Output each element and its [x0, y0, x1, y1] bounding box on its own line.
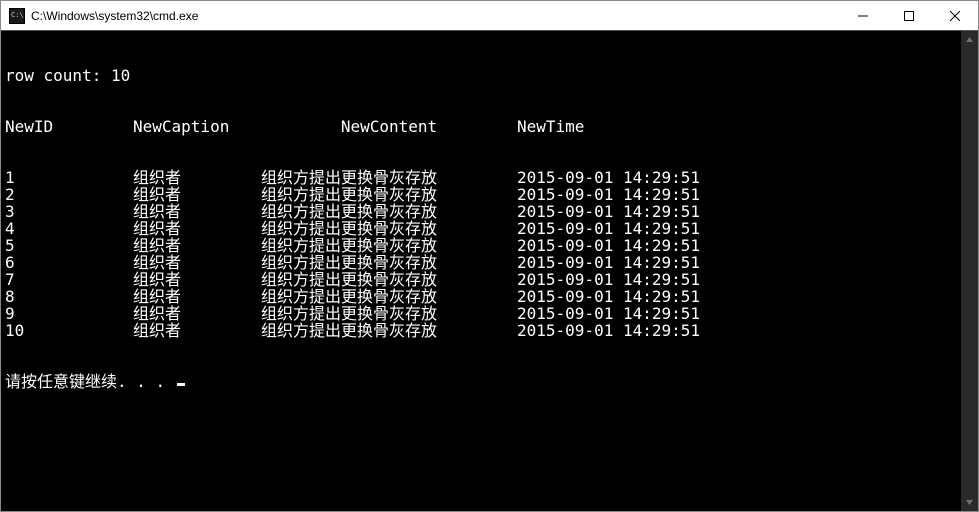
prompt-line: 请按任意键继续. . . — [5, 373, 974, 390]
table-row: 6组织者组织方提出更换骨灰存放2015-09-01 14:29:51 — [5, 254, 974, 271]
cell-caption: 组织者 — [133, 271, 261, 288]
table-header-row: NewIDNewCaptionNewContentNewTime — [5, 118, 974, 135]
col-header-content: NewContent — [261, 118, 517, 135]
cell-id: 2 — [5, 186, 133, 203]
row-count-line: row count: 10 — [5, 67, 974, 84]
cell-id: 5 — [5, 237, 133, 254]
cell-id: 3 — [5, 203, 133, 220]
svg-text:C:\: C:\ — [11, 11, 24, 19]
cell-id: 7 — [5, 271, 133, 288]
col-header-id: NewID — [5, 118, 133, 135]
table-row: 1组织者组织方提出更换骨灰存放2015-09-01 14:29:51 — [5, 169, 974, 186]
cell-content: 组织方提出更换骨灰存放 — [261, 169, 517, 186]
cell-id: 6 — [5, 254, 133, 271]
cell-id: 9 — [5, 305, 133, 322]
cell-time: 2015-09-01 14:29:51 — [517, 186, 717, 203]
cmd-icon: C:\ — [9, 8, 25, 24]
cell-content: 组织方提出更换骨灰存放 — [261, 288, 517, 305]
window-titlebar: C:\ C:\Windows\system32\cmd.exe — [1, 1, 978, 31]
cursor — [177, 383, 185, 386]
scroll-up-icon[interactable] — [961, 31, 978, 48]
cell-caption: 组织者 — [133, 288, 261, 305]
cell-content: 组织方提出更换骨灰存放 — [261, 271, 517, 288]
cell-content: 组织方提出更换骨灰存放 — [261, 237, 517, 254]
minimize-button[interactable] — [840, 1, 886, 30]
col-header-caption: NewCaption — [133, 118, 261, 135]
cell-time: 2015-09-01 14:29:51 — [517, 169, 717, 186]
table-row: 9组织者组织方提出更换骨灰存放2015-09-01 14:29:51 — [5, 305, 974, 322]
scroll-down-icon[interactable] — [961, 494, 978, 511]
cell-caption: 组织者 — [133, 203, 261, 220]
table-row: 3组织者组织方提出更换骨灰存放2015-09-01 14:29:51 — [5, 203, 974, 220]
cell-time: 2015-09-01 14:29:51 — [517, 237, 717, 254]
cell-time: 2015-09-01 14:29:51 — [517, 322, 717, 339]
cell-time: 2015-09-01 14:29:51 — [517, 220, 717, 237]
maximize-button[interactable] — [886, 1, 932, 30]
cell-caption: 组织者 — [133, 220, 261, 237]
table-row: 7组织者组织方提出更换骨灰存放2015-09-01 14:29:51 — [5, 271, 974, 288]
cell-caption: 组织者 — [133, 169, 261, 186]
table-row: 2组织者组织方提出更换骨灰存放2015-09-01 14:29:51 — [5, 186, 974, 203]
close-button[interactable] — [932, 1, 978, 30]
cell-content: 组织方提出更换骨灰存放 — [261, 220, 517, 237]
cell-content: 组织方提出更换骨灰存放 — [261, 203, 517, 220]
cell-content: 组织方提出更换骨灰存放 — [261, 322, 517, 339]
cell-content: 组织方提出更换骨灰存放 — [261, 186, 517, 203]
table-row: 5组织者组织方提出更换骨灰存放2015-09-01 14:29:51 — [5, 237, 974, 254]
cell-caption: 组织者 — [133, 305, 261, 322]
cell-id: 1 — [5, 169, 133, 186]
cell-content: 组织方提出更换骨灰存放 — [261, 254, 517, 271]
cell-time: 2015-09-01 14:29:51 — [517, 305, 717, 322]
cell-caption: 组织者 — [133, 237, 261, 254]
cell-caption: 组织者 — [133, 254, 261, 271]
prompt-text: 请按任意键继续. . . — [5, 372, 175, 391]
cell-id: 10 — [5, 322, 133, 339]
cell-time: 2015-09-01 14:29:51 — [517, 254, 717, 271]
window-title: C:\Windows\system32\cmd.exe — [31, 9, 840, 23]
cell-caption: 组织者 — [133, 322, 261, 339]
cell-time: 2015-09-01 14:29:51 — [517, 271, 717, 288]
table-row: 8组织者组织方提出更换骨灰存放2015-09-01 14:29:51 — [5, 288, 974, 305]
cell-id: 8 — [5, 288, 133, 305]
cell-content: 组织方提出更换骨灰存放 — [261, 305, 517, 322]
table-row: 4组织者组织方提出更换骨灰存放2015-09-01 14:29:51 — [5, 220, 974, 237]
console-area[interactable]: row count: 10 NewIDNewCaptionNewContentN… — [1, 31, 978, 511]
cell-time: 2015-09-01 14:29:51 — [517, 203, 717, 220]
window-controls — [840, 1, 978, 30]
cell-id: 4 — [5, 220, 133, 237]
cell-time: 2015-09-01 14:29:51 — [517, 288, 717, 305]
scrollbar-vertical[interactable] — [961, 31, 978, 511]
col-header-time: NewTime — [517, 118, 717, 135]
cell-caption: 组织者 — [133, 186, 261, 203]
table-row: 10组织者组织方提出更换骨灰存放2015-09-01 14:29:51 — [5, 322, 974, 339]
